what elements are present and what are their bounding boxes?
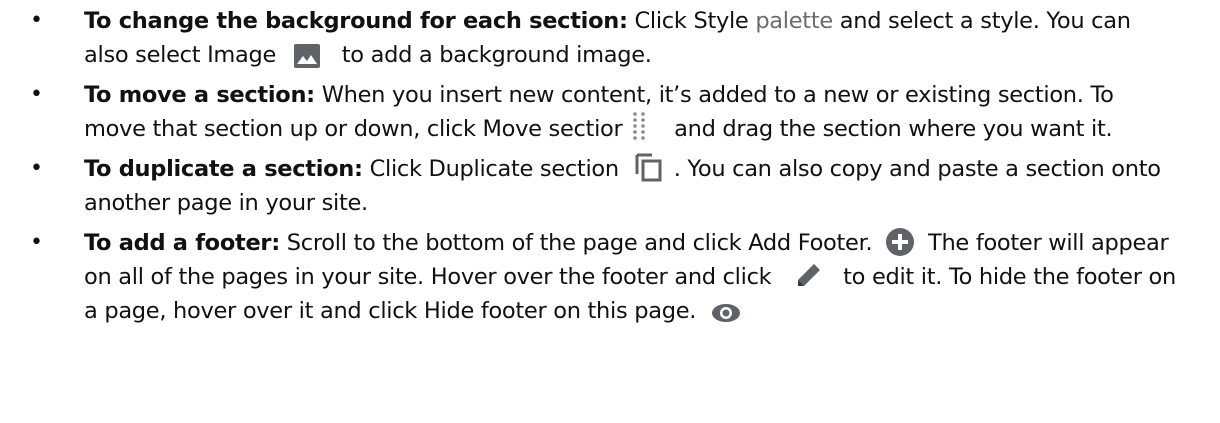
eye-icon xyxy=(711,300,741,322)
item-heading: To add a footer: xyxy=(84,230,280,256)
pencil-icon xyxy=(794,262,822,290)
bullet: • xyxy=(30,8,43,33)
list-item: • To move a section: When you insert new… xyxy=(30,78,1180,146)
add-circle-icon xyxy=(885,227,915,257)
item-heading: To change the background for each sectio… xyxy=(84,8,628,34)
instruction-list: • To change the background for each sect… xyxy=(30,4,1180,328)
palette-text: palette xyxy=(755,8,833,34)
list-item: • To change the background for each sect… xyxy=(30,4,1180,72)
drag-handle-icon xyxy=(629,109,651,145)
item-heading: To duplicate a section: xyxy=(84,156,363,182)
duplicate-icon xyxy=(634,152,662,182)
image-icon xyxy=(293,43,321,69)
item-text: to add a background image. xyxy=(334,42,652,68)
list-item: • To duplicate a section: Click Duplicat… xyxy=(30,152,1180,220)
bullet: • xyxy=(30,82,43,107)
item-text: Click Duplicate section xyxy=(362,156,626,182)
item-heading: To move a section: xyxy=(84,82,315,108)
list-item: • To add a footer: Scroll to the bottom … xyxy=(30,226,1180,328)
bullet: • xyxy=(30,230,43,255)
bullet: • xyxy=(30,156,43,181)
item-text: and drag the section where you want it. xyxy=(667,116,1113,142)
item-text: Click Style xyxy=(627,8,756,34)
document-body: • To change the background for each sect… xyxy=(0,0,1220,328)
item-text: Scroll to the bottom of the page and cli… xyxy=(279,230,880,256)
